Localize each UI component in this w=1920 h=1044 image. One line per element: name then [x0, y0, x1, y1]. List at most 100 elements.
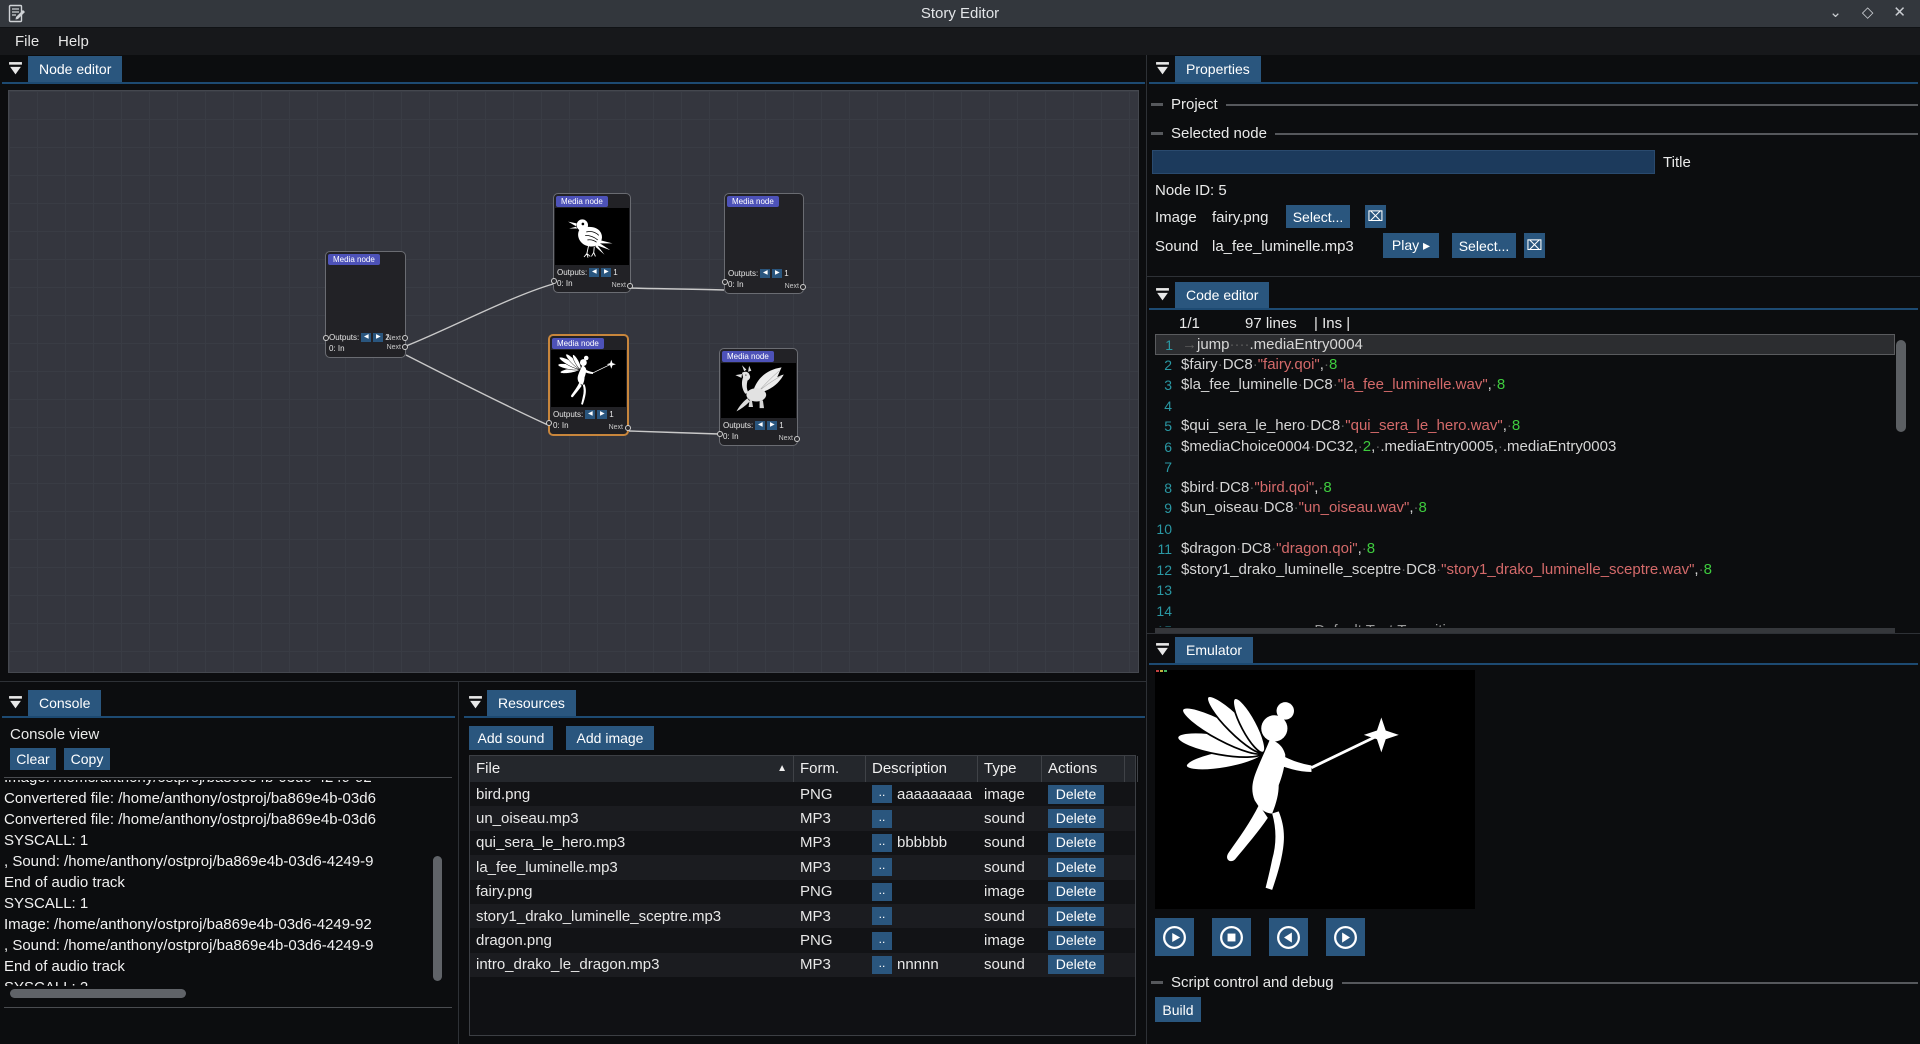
table-row[interactable]: un_oiseau.mp3MP3..soundDelete [470, 806, 1135, 830]
input-pin[interactable] [717, 431, 723, 437]
outputs-next-button[interactable]: ▶ [597, 410, 607, 419]
node-graph-canvas[interactable]: Media node Outputs: ◀ ▶ 2 0: In Next Nex… [8, 90, 1139, 673]
edit-description-button[interactable]: .. [872, 834, 892, 852]
code-line[interactable]: 3$la_fee_luminelle·DC8·"la_fee_luminelle… [1155, 375, 1895, 396]
outputs-prev-button[interactable]: ◀ [755, 421, 765, 430]
node-media-start[interactable]: Media node Outputs: ◀ ▶ 2 0: In Next Nex… [325, 251, 406, 358]
edit-description-button[interactable]: .. [872, 956, 892, 974]
tab-node-editor[interactable]: Node editor [28, 56, 122, 82]
code-line[interactable]: 4 [1155, 396, 1895, 417]
code-editor-scrollbar[interactable] [1896, 340, 1906, 432]
code-line[interactable]: 1→jump····.mediaEntry0004 [1155, 334, 1895, 355]
node-media-dragon[interactable]: Media node Outputs: ◀ ▶ [719, 348, 798, 446]
output-pin[interactable] [402, 344, 408, 350]
code-line[interactable]: 11$dragon·DC8·"dragon.qoi",·8 [1155, 539, 1895, 560]
column-header-description[interactable]: Description [866, 756, 978, 782]
delete-button[interactable]: Delete [1048, 833, 1104, 852]
outputs-next-button[interactable]: ▶ [373, 333, 383, 342]
vertical-splitter[interactable] [1146, 55, 1147, 1044]
stop-button[interactable] [1212, 918, 1251, 956]
delete-button[interactable]: Delete [1048, 907, 1104, 926]
menu-help[interactable]: Help [58, 33, 89, 50]
add-sound-button[interactable]: Add sound [469, 726, 553, 750]
collapse-panel-icon[interactable] [1155, 642, 1171, 657]
node-media-fairy[interactable]: Media node [548, 334, 629, 436]
vertical-splitter[interactable] [458, 682, 459, 1044]
delete-button[interactable]: Delete [1048, 785, 1104, 804]
edit-description-button[interactable]: .. [872, 810, 892, 828]
close-icon[interactable]: ✕ [1893, 3, 1906, 21]
code-line[interactable]: 9$un_oiseau·DC8·"un_oiseau.wav",·8 [1155, 498, 1895, 519]
node-media-bird[interactable]: Media node Outputs: ◀ ▶ [553, 193, 631, 293]
title-input[interactable] [1152, 150, 1655, 174]
output-pin[interactable] [402, 335, 408, 341]
console-clear-button[interactable]: Clear [10, 748, 56, 770]
code-lines[interactable]: 1→jump····.mediaEntry00042$fairy·DC8·"fa… [1155, 334, 1895, 627]
code-line[interactable]: 10 [1155, 519, 1895, 540]
delete-button[interactable]: Delete [1048, 882, 1104, 901]
sound-clear-button[interactable]: ⌧ [1524, 233, 1545, 258]
tab-console[interactable]: Console [28, 690, 101, 716]
code-line[interactable]: 5$qui_sera_le_hero·DC8·"qui_sera_le_hero… [1155, 416, 1895, 437]
code-line[interactable]: 2$fairy·DC8·"fairy.qoi",·8 [1155, 355, 1895, 376]
code-line[interactable]: 13 [1155, 580, 1895, 601]
outputs-next-button[interactable]: ▶ [772, 269, 782, 278]
table-row[interactable]: qui_sera_le_hero.mp3MP3..bbbbbbsoundDele… [470, 831, 1135, 855]
table-row[interactable]: story1_drako_luminelle_sceptre.mp3MP3..s… [470, 904, 1135, 928]
outputs-next-button[interactable]: ▶ [767, 421, 777, 430]
console-vscrollbar[interactable] [433, 856, 442, 981]
console-log[interactable]: Image: /home/anthony/ostproj/ba869e4b-03… [4, 780, 432, 986]
horizontal-splitter[interactable] [1147, 276, 1920, 277]
tab-emulator[interactable]: Emulator [1175, 637, 1253, 663]
delete-button[interactable]: Delete [1048, 858, 1104, 877]
input-pin[interactable] [323, 335, 329, 341]
input-pin[interactable] [551, 278, 557, 284]
collapse-panel-icon[interactable] [8, 61, 24, 76]
table-row[interactable]: fairy.pngPNG..imageDelete [470, 880, 1135, 904]
table-row[interactable]: intro_drako_le_dragon.mp3MP3..nnnnnsound… [470, 953, 1135, 977]
outputs-prev-button[interactable]: ◀ [760, 269, 770, 278]
outputs-next-button[interactable]: ▶ [601, 268, 611, 277]
add-image-button[interactable]: Add image [566, 726, 654, 750]
build-button[interactable]: Build [1155, 997, 1201, 1022]
edit-description-button[interactable]: .. [872, 883, 892, 901]
step-forward-button[interactable] [1326, 918, 1365, 956]
console-copy-button[interactable]: Copy [64, 748, 110, 770]
image-select-button[interactable]: Select... [1286, 205, 1350, 228]
table-row[interactable]: la_fee_luminelle.mp3MP3..soundDelete [470, 855, 1135, 879]
horizontal-splitter[interactable] [0, 681, 1146, 682]
edit-description-button[interactable]: .. [872, 858, 892, 876]
edit-description-button[interactable]: .. [872, 785, 892, 803]
output-pin[interactable] [625, 425, 631, 431]
tab-code-editor[interactable]: Code editor [1175, 282, 1269, 308]
tab-resources[interactable]: Resources [487, 690, 576, 716]
output-pin[interactable] [800, 284, 806, 290]
code-line[interactable]: 7 [1155, 457, 1895, 478]
output-pin[interactable] [794, 436, 800, 442]
minimize-icon[interactable]: ⌄ [1829, 3, 1842, 21]
collapse-panel-icon[interactable] [1155, 61, 1171, 76]
column-header-type[interactable]: Type [978, 756, 1042, 782]
node-media-empty[interactable]: Media node Outputs: ◀ ▶ 1 0: In Next [724, 193, 804, 294]
column-header-file[interactable]: File▲ [470, 756, 794, 782]
delete-button[interactable]: Delete [1048, 931, 1104, 950]
tab-properties[interactable]: Properties [1175, 56, 1261, 82]
input-pin[interactable] [722, 279, 728, 285]
sound-play-button[interactable]: Play ▸ [1383, 233, 1439, 258]
code-line[interactable]: 14 [1155, 601, 1895, 622]
sound-select-button[interactable]: Select... [1452, 233, 1516, 258]
horizontal-splitter[interactable] [1147, 633, 1920, 634]
collapse-panel-icon[interactable] [1155, 287, 1171, 302]
outputs-prev-button[interactable]: ◀ [585, 410, 595, 419]
table-row[interactable]: bird.pngPNG..aaaaaaaaaimageDelete [470, 782, 1135, 806]
collapse-panel-icon[interactable] [8, 695, 24, 710]
column-header-actions[interactable]: Actions [1042, 756, 1125, 782]
edit-description-button[interactable]: .. [872, 907, 892, 925]
delete-button[interactable]: Delete [1048, 809, 1104, 828]
code-line[interactable]: 6$mediaChoice0004·DC32,·2,·.mediaEntry00… [1155, 437, 1895, 458]
collapse-panel-icon[interactable] [468, 695, 484, 710]
table-row[interactable]: dragon.pngPNG..imageDelete [470, 928, 1135, 952]
edit-description-button[interactable]: .. [872, 932, 892, 950]
code-line[interactable]: 8$bird·DC8·"bird.qoi",·8 [1155, 478, 1895, 499]
column-header-form[interactable]: Form. [794, 756, 866, 782]
